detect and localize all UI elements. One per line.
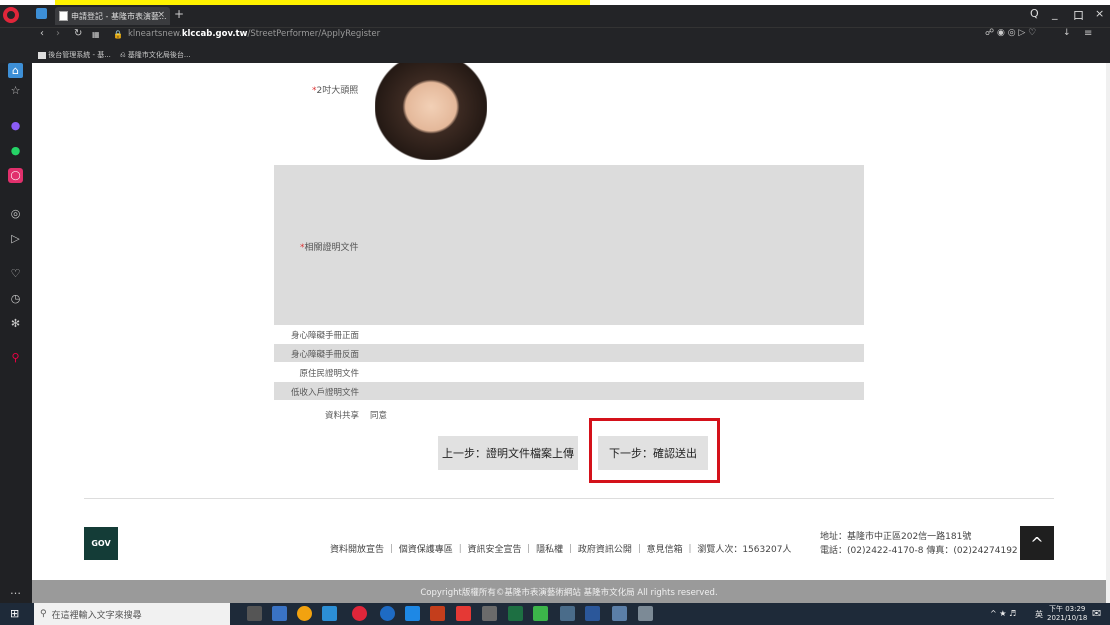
url-prefix: klneartsnew.	[128, 29, 182, 39]
star-icon[interactable]: ☆	[8, 83, 23, 98]
whatsapp-icon[interactable]: ●	[8, 143, 23, 158]
phone-line: 電話：(02)2422-4170-8 傳真：(02)24274192	[820, 546, 1018, 556]
back-icon[interactable]: ‹	[40, 28, 44, 39]
search-placeholder: 在這裡輸入文字來搜尋	[51, 610, 142, 621]
doc-row: 低收入戶證明文件	[274, 382, 864, 400]
taskbar-app4-icon[interactable]	[638, 606, 653, 621]
page-favicon-icon	[59, 11, 68, 21]
bookmark-2-label: 基隆市文化局後台...	[127, 51, 191, 59]
doc-row: 身心障礙手冊正面	[274, 325, 864, 343]
headshot-photo	[375, 63, 487, 160]
footer-address: 地址：基隆市中正區202信一路181號 電話：(02)2422-4170-8 傳…	[820, 530, 1018, 558]
footer-divider	[84, 498, 1054, 499]
photos-icon[interactable]	[612, 606, 627, 621]
windows-start-icon[interactable]: ⊞	[10, 608, 22, 620]
clock[interactable]: 下午 03:29 2021/10/18	[1047, 605, 1087, 623]
menu-icon[interactable]: ≡	[1084, 28, 1092, 39]
taskbar-search[interactable]: ⚲ 在這裡輸入文字來搜尋	[34, 603, 230, 625]
maximize-button[interactable]: 口	[1073, 7, 1084, 23]
minimize-button[interactable]: _	[1052, 7, 1058, 20]
word-icon[interactable]	[585, 606, 600, 621]
doc-row-label: 低收入戶證明文件	[290, 388, 359, 398]
speed-dial-icon[interactable]: ▦	[92, 30, 100, 39]
instagram-icon[interactable]: ◯	[8, 168, 23, 183]
bookmark-1[interactable]: 後台管理系統 - 基...	[38, 50, 111, 60]
page-content: *2吋大頭照 *相關證明文件 身心障礙手冊正面 身心障礙手冊反面 原住民證明文件…	[32, 63, 1106, 603]
opera-sidebar: ⌂ ☆ ● ● ◯ ◎ ▷ ♡ ◷ ✻ ⚲ …	[0, 63, 32, 603]
task-view-icon[interactable]	[247, 606, 262, 621]
docs-label-text: 相關證明文件	[304, 243, 359, 253]
doc-row: 原住民證明文件	[274, 363, 864, 381]
chrome-icon[interactable]	[297, 606, 312, 621]
footer-links[interactable]: 資料開放宣告 ｜ 個資保護專區 ｜ 資訊安全宣告 ｜ 隱私權 ｜ 政府資訊公開 …	[330, 542, 791, 555]
forward-icon[interactable]: ›	[56, 28, 60, 39]
lock-icon: 🔒	[113, 30, 123, 39]
bookmark-link-icon: ⎌	[120, 51, 126, 59]
opera-taskbar-icon[interactable]	[352, 606, 367, 621]
player-icon[interactable]: ◎	[8, 206, 23, 221]
search-tabs-icon[interactable]: Q	[1030, 7, 1039, 20]
documents-panel	[274, 165, 864, 325]
share-label: 資料共享	[324, 411, 359, 421]
taskbar-app-icon[interactable]	[272, 606, 287, 621]
ie-icon[interactable]	[380, 606, 395, 621]
address-bar[interactable]: klneartsnew.klccab.gov.tw/StreetPerforme…	[128, 29, 380, 39]
close-window-button[interactable]: ×	[1095, 7, 1104, 20]
clock-time: 下午 03:29	[1048, 605, 1086, 613]
flow-icon[interactable]: ▷	[8, 231, 23, 246]
photo-label-text: 2吋大頭照	[316, 86, 359, 96]
share-value: 同意	[370, 411, 388, 421]
bookmark-1-label: 後台管理系統 - 基...	[48, 51, 111, 59]
prev-step-button[interactable]: 上一步：證明文件檔案上傳	[438, 436, 578, 470]
gov-logo[interactable]: GOV	[84, 527, 118, 560]
address-line: 地址：基隆市中正區202信一路181號	[820, 532, 972, 542]
copyright-bar: Copyright版權所有©基隆市表演藝術網站 基隆市文化局 All right…	[32, 580, 1106, 603]
page-scrollbar[interactable]	[1106, 63, 1110, 603]
opera-logo-icon[interactable]	[3, 7, 19, 23]
doc-row-label: 原住民證明文件	[299, 369, 359, 379]
heart-icon[interactable]: ♡	[8, 266, 23, 281]
clock-date: 2021/10/18	[1047, 614, 1088, 622]
workspace-icon[interactable]	[36, 8, 47, 19]
toolbar-icons[interactable]: ☍ ◉ ◎ ▷ ♡	[985, 28, 1036, 38]
home-icon[interactable]: ⌂	[8, 63, 23, 78]
tab-title: 申請登記 - 基隆市表演藝...	[71, 11, 167, 21]
bookmark-2[interactable]: ⎌ 基隆市文化局後台...	[120, 50, 191, 60]
history-icon[interactable]: ◷	[8, 291, 23, 306]
messenger-icon[interactable]: ●	[8, 118, 23, 133]
excel-icon[interactable]	[508, 606, 523, 621]
notification-icon[interactable]: ✉	[1092, 607, 1101, 620]
outlook-icon[interactable]	[322, 606, 337, 621]
browser-tab[interactable]: 申請登記 - 基隆市表演藝... ×	[55, 7, 170, 25]
pin-icon[interactable]: ⚲	[8, 350, 23, 365]
extensions-icon[interactable]: ✻	[8, 316, 23, 331]
new-tab-button[interactable]: +	[174, 7, 184, 21]
reload-icon[interactable]: ↻	[74, 28, 82, 39]
doc-row-label: 身心障礙手冊正面	[290, 331, 359, 341]
url-path: /StreetPerformer/ApplyRegister	[247, 29, 381, 39]
search-icon: ⚲	[40, 609, 47, 619]
edge-icon[interactable]	[405, 606, 420, 621]
taskbar-app3-icon[interactable]	[560, 606, 575, 621]
download-icon[interactable]: ↓	[1063, 28, 1071, 38]
doc-row: 身心障礙手冊反面	[274, 344, 864, 362]
more-icon[interactable]: …	[8, 583, 23, 598]
line-icon[interactable]	[533, 606, 548, 621]
doc-row-label: 身心障礙手冊反面	[290, 350, 359, 360]
bookmark-page-icon	[38, 51, 46, 59]
tray-icons[interactable]: ^ ★ ♬	[990, 609, 1016, 618]
ime-indicator[interactable]: 英	[1035, 609, 1043, 620]
back-to-top-button[interactable]: ^	[1020, 526, 1054, 560]
taskbar-app2-icon[interactable]	[482, 606, 497, 621]
photo-label: *2吋大頭照	[312, 83, 358, 96]
highlight-box	[589, 418, 720, 483]
powerpoint-icon[interactable]	[430, 606, 445, 621]
url-host: klccab.gov.tw	[181, 29, 248, 39]
docs-label: *相關證明文件	[300, 240, 359, 253]
pdf-icon[interactable]	[456, 606, 471, 621]
tab-close-icon[interactable]: ×	[157, 10, 165, 20]
